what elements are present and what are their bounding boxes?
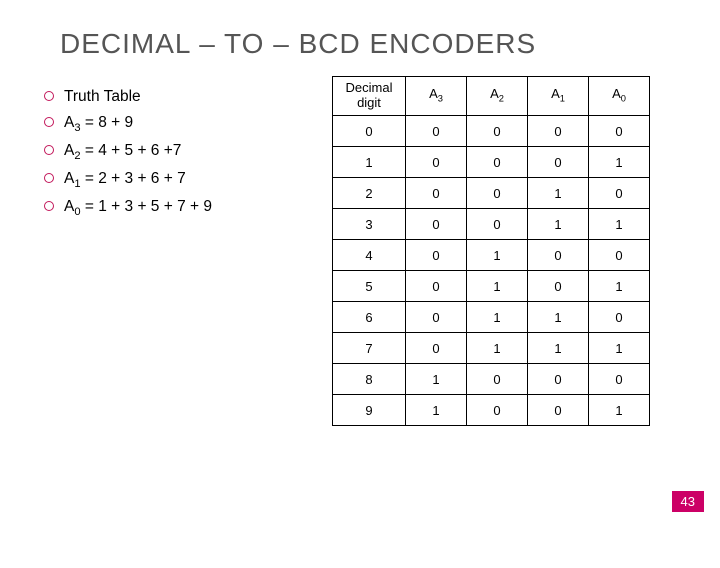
- bullet-post: = 8 + 9: [81, 114, 134, 131]
- table-cell: 0: [467, 116, 528, 147]
- table-cell: 0: [589, 240, 650, 271]
- table-cell: 7: [333, 333, 406, 364]
- table-cell: 0: [589, 178, 650, 209]
- page-title: DECIMAL – TO – BCD ENCODERS: [60, 28, 720, 60]
- table-cell: 1: [406, 395, 467, 426]
- header-text: A: [612, 86, 621, 101]
- table-cell: 0: [589, 116, 650, 147]
- bullet-pre: Truth Table: [64, 88, 141, 105]
- table-cell: 2: [333, 178, 406, 209]
- table-cell: 9: [333, 395, 406, 426]
- table-row: 40100: [333, 240, 650, 271]
- table-cell: 1: [528, 302, 589, 333]
- list-item: A3 = 8 + 9: [40, 110, 320, 138]
- table-cell: 1: [589, 271, 650, 302]
- table-cell: 8: [333, 364, 406, 395]
- truth-table: DecimaldigitA3A2A1A0 0000010001200103001…: [332, 76, 650, 426]
- table-cell: 1: [589, 333, 650, 364]
- table-cell: 4: [333, 240, 406, 271]
- table-cell: 0: [528, 147, 589, 178]
- list-item: A2 = 4 + 5 + 6 +7: [40, 138, 320, 166]
- header-text: A: [429, 86, 438, 101]
- bullet-post: = 2 + 3 + 6 + 7: [81, 170, 186, 187]
- table-cell: 1: [467, 333, 528, 364]
- table-cell: 6: [333, 302, 406, 333]
- table-cell: 0: [528, 116, 589, 147]
- table-cell: 1: [528, 333, 589, 364]
- equation-list: Truth Table A3 = 8 + 9A2 = 4 + 5 + 6 +7A1…: [40, 84, 320, 223]
- content-row: Truth TableA3 = 8 + 9A2 = 4 + 5 + 6 +7A1…: [0, 84, 720, 426]
- table-row: 70111: [333, 333, 650, 364]
- table-cell: 0: [589, 302, 650, 333]
- table-cell: 0: [528, 395, 589, 426]
- table-cell: 0: [406, 240, 467, 271]
- table-row: 60110: [333, 302, 650, 333]
- table-cell: 0: [589, 364, 650, 395]
- table-row: 91001: [333, 395, 650, 426]
- table-cell: 0: [406, 147, 467, 178]
- header-text: A: [551, 86, 560, 101]
- table-cell: 0: [467, 178, 528, 209]
- table-header-cell: Decimaldigit: [333, 77, 406, 116]
- table-cell: 0: [406, 178, 467, 209]
- table-row: 50101: [333, 271, 650, 302]
- table-cell: 1: [406, 364, 467, 395]
- table-row: 20010: [333, 178, 650, 209]
- table-header-cell: A0: [589, 77, 650, 116]
- bullet-pre: A: [64, 142, 74, 159]
- table-cell: 3: [333, 209, 406, 240]
- table-cell: 1: [589, 395, 650, 426]
- table-cell: 0: [406, 209, 467, 240]
- bullet-post: = 4 + 5 + 6 +7: [81, 142, 182, 159]
- table-cell: 1: [467, 302, 528, 333]
- bullet-pre: A: [64, 114, 74, 131]
- table-cell: 0: [333, 116, 406, 147]
- header-subscript: 0: [621, 94, 626, 104]
- list-item: A0 = 1 + 3 + 5 + 7 + 9: [40, 194, 320, 222]
- table-cell: 0: [467, 364, 528, 395]
- list-item: A1 = 2 + 3 + 6 + 7: [40, 166, 320, 194]
- table-cell: 0: [528, 364, 589, 395]
- table-cell: 0: [406, 271, 467, 302]
- table-row: 81000: [333, 364, 650, 395]
- header-subscript: 3: [438, 94, 443, 104]
- bullet-pre: A: [64, 198, 74, 215]
- page-number-badge: 43: [672, 491, 704, 512]
- table-cell: 1: [528, 209, 589, 240]
- table-row: 30011: [333, 209, 650, 240]
- header-text: digit: [357, 95, 381, 110]
- table-cell: 0: [467, 395, 528, 426]
- table-cell: 0: [467, 147, 528, 178]
- bullet-post: = 1 + 3 + 5 + 7 + 9: [81, 198, 212, 215]
- header-text: Decimal: [346, 80, 393, 95]
- table-cell: 1: [467, 271, 528, 302]
- table-cell: 0: [406, 116, 467, 147]
- header-subscript: 1: [560, 94, 565, 104]
- table-header-cell: A1: [528, 77, 589, 116]
- header-subscript: 2: [499, 94, 504, 104]
- table-cell: 1: [467, 240, 528, 271]
- table-header-row: DecimaldigitA3A2A1A0: [333, 77, 650, 116]
- header-text: A: [490, 86, 499, 101]
- table-cell: 5: [333, 271, 406, 302]
- bullet-pre: A: [64, 170, 74, 187]
- table-header-cell: A2: [467, 77, 528, 116]
- table-row: 00000: [333, 116, 650, 147]
- list-item: Truth Table: [40, 84, 320, 110]
- table-cell: 0: [467, 209, 528, 240]
- table-cell: 1: [589, 209, 650, 240]
- table-row: 10001: [333, 147, 650, 178]
- table-cell: 1: [589, 147, 650, 178]
- table-cell: 0: [406, 333, 467, 364]
- table-cell: 1: [528, 178, 589, 209]
- table-cell: 0: [406, 302, 467, 333]
- table-cell: 1: [333, 147, 406, 178]
- table-cell: 0: [528, 271, 589, 302]
- table-cell: 0: [528, 240, 589, 271]
- table-header-cell: A3: [406, 77, 467, 116]
